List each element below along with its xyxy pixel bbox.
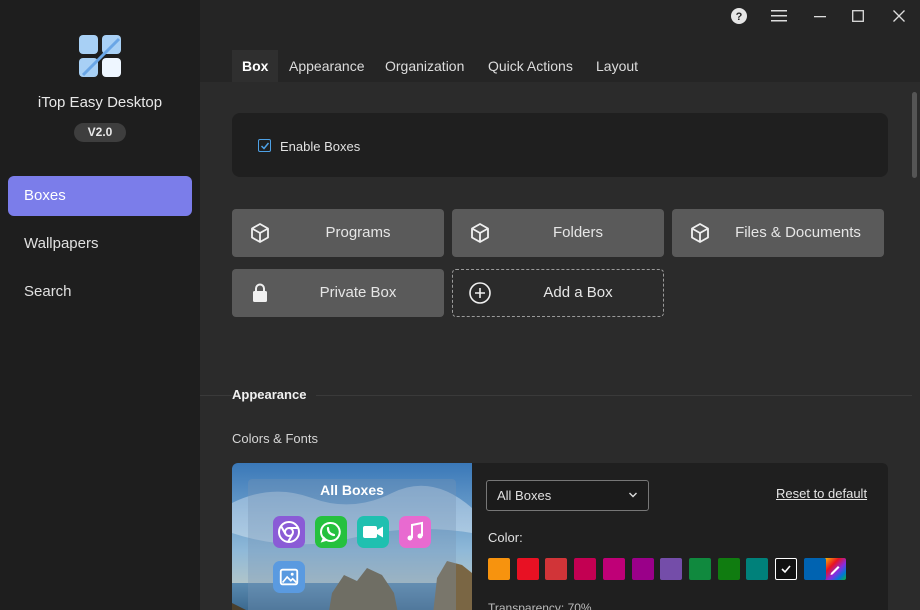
color-swatch[interactable] <box>602 558 625 580</box>
files-documents-box-label: Files & Documents <box>735 224 861 241</box>
appearance-heading: Appearance <box>232 387 317 402</box>
tab-quick-actions[interactable]: Quick Actions <box>478 50 583 82</box>
maximize-icon[interactable] <box>844 4 872 28</box>
reset-to-default-link[interactable]: Reset to default <box>776 486 867 501</box>
color-swatch[interactable] <box>660 558 683 580</box>
color-swatch[interactable] <box>516 558 539 580</box>
music-icon <box>399 516 431 548</box>
chrome-icon <box>273 516 305 548</box>
tab-box[interactable]: Box <box>232 50 279 82</box>
version-badge: V2.0 <box>74 123 126 142</box>
cube-icon <box>471 223 489 243</box>
folders-box-label: Folders <box>552 224 604 241</box>
folders-box-button[interactable]: Folders <box>452 209 664 257</box>
chevron-down-icon <box>629 492 637 498</box>
pen-icon <box>830 566 840 575</box>
tab-organization[interactable]: Organization <box>375 50 474 82</box>
custom-color-picker[interactable] <box>824 558 846 580</box>
enable-boxes-checkbox[interactable] <box>258 139 271 152</box>
private-box-button[interactable]: Private Box <box>232 269 444 317</box>
checkmark-icon <box>260 142 269 150</box>
app-title: iTop Easy Desktop <box>37 94 163 111</box>
color-swatch[interactable] <box>775 558 797 580</box>
tab-appearance[interactable]: Appearance <box>279 50 375 82</box>
color-swatch[interactable] <box>545 558 568 580</box>
main-panel: ? Box Appearance Organization Quick Acti… <box>200 0 920 610</box>
color-swatch[interactable] <box>803 558 826 580</box>
transparency-label: Transparency: 70% <box>488 601 592 610</box>
close-icon[interactable] <box>885 4 913 28</box>
color-swatch[interactable] <box>746 558 769 580</box>
enable-boxes-card: Enable Boxes <box>232 113 888 177</box>
sidebar-item-boxes[interactable]: Boxes <box>8 176 192 216</box>
lock-icon <box>253 283 267 302</box>
color-swatch[interactable] <box>688 558 711 580</box>
private-box-label: Private Box <box>319 284 397 301</box>
files-documents-box-button[interactable]: Files & Documents <box>672 209 884 257</box>
app-logo-icon <box>79 35 121 77</box>
plus-circle-icon <box>469 282 491 304</box>
color-swatch[interactable] <box>488 558 510 580</box>
video-icon <box>357 516 389 548</box>
color-swatch[interactable] <box>574 558 597 580</box>
checkmark-icon <box>781 565 791 574</box>
cube-icon <box>251 223 269 243</box>
sidebar-item-wallpapers[interactable]: Wallpapers <box>8 224 192 264</box>
menu-icon[interactable] <box>765 4 793 28</box>
tab-layout[interactable]: Layout <box>586 50 648 82</box>
add-box-button[interactable]: Add a Box <box>452 269 664 317</box>
scrollbar-thumb[interactable] <box>912 92 917 178</box>
programs-box-label: Programs <box>325 224 391 241</box>
colors-fonts-label: Colors & Fonts <box>232 431 318 446</box>
color-label: Color: <box>488 530 523 545</box>
box-selector-value: All Boxes <box>497 488 552 503</box>
sidebar-item-search[interactable]: Search <box>8 272 192 312</box>
svg-text:?: ? <box>736 11 743 23</box>
color-swatch[interactable] <box>717 558 740 580</box>
sidebar: iTop Easy Desktop V2.0 Boxes Wallpapers … <box>0 0 200 610</box>
box-preview: All Boxes <box>232 463 472 610</box>
minimize-icon[interactable] <box>806 4 834 28</box>
preview-box-title: All Boxes <box>320 482 384 498</box>
help-icon[interactable]: ? <box>725 4 753 28</box>
add-box-label: Add a Box <box>543 284 613 301</box>
colors-fonts-card: All Boxes All Boxes Reset to default Col… <box>232 463 888 610</box>
programs-box-button[interactable]: Programs <box>232 209 444 257</box>
whatsapp-icon <box>315 516 347 548</box>
enable-boxes-label[interactable]: Enable Boxes <box>280 139 360 154</box>
color-swatch[interactable] <box>631 558 654 580</box>
cube-icon <box>691 223 709 243</box>
box-selector-dropdown[interactable]: All Boxes <box>486 480 649 511</box>
image-icon <box>273 561 305 593</box>
